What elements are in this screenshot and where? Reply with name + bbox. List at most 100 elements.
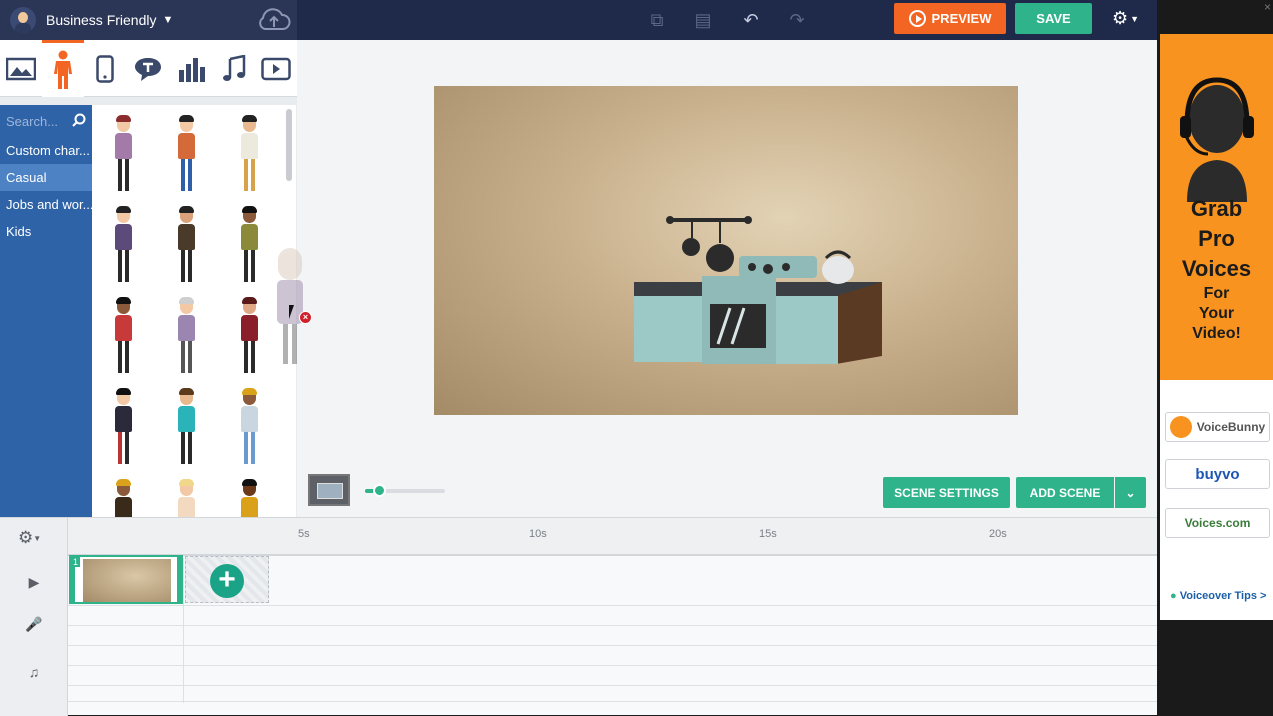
ad-headline-3: Voices bbox=[1181, 256, 1252, 281]
plus-icon: + bbox=[210, 564, 244, 598]
redo-icon[interactable]: ↷ bbox=[784, 8, 810, 32]
character-thumbnail[interactable] bbox=[234, 479, 264, 517]
character-thumbnail[interactable] bbox=[108, 206, 138, 284]
microphone-icon: 🎤 bbox=[25, 616, 43, 632]
voiceover-tips-label: Voiceover Tips > bbox=[1179, 590, 1267, 602]
app-window: Business Friendly ▼ ⧉ ▤ ↶ ↷ PREVIEW SAVE… bbox=[0, 0, 1157, 716]
tab-audio[interactable] bbox=[213, 40, 255, 97]
voicebunny-label: VoiceBunny bbox=[1196, 420, 1266, 434]
no-drop-icon: × bbox=[299, 311, 312, 324]
music-note-icon: ♫ bbox=[28, 664, 40, 680]
ad-subline-2: Your bbox=[1198, 305, 1235, 322]
add-scene-dropdown[interactable]: ⌄ bbox=[1115, 477, 1146, 508]
close-icon[interactable]: × bbox=[1264, 0, 1271, 14]
character-thumbnail[interactable] bbox=[108, 479, 138, 517]
chevron-down-icon: ▼ bbox=[162, 14, 174, 26]
voicebunny-logo[interactable]: VoiceBunny bbox=[1165, 412, 1270, 442]
category-jobs-and-work[interactable]: Jobs and wor... bbox=[0, 191, 92, 218]
timeline-gear-icon[interactable]: ⚙▼ bbox=[18, 528, 41, 548]
category-casual[interactable]: Casual bbox=[0, 164, 92, 191]
character-thumbnail[interactable] bbox=[234, 206, 264, 284]
ad-subline-3: Video! bbox=[1192, 325, 1241, 342]
image-icon bbox=[6, 57, 36, 80]
scroll-thumb[interactable] bbox=[286, 109, 292, 181]
scene-thumbnail-button[interactable] bbox=[308, 474, 350, 506]
video-icon bbox=[261, 57, 291, 80]
settings-gear-icon[interactable]: ⚙ ▼ bbox=[1112, 8, 1139, 29]
tick-10s: 10s bbox=[529, 528, 547, 540]
search-icon[interactable] bbox=[72, 113, 86, 127]
category-kids[interactable]: Kids bbox=[0, 218, 92, 245]
lightbulb-icon: ● bbox=[1170, 590, 1177, 602]
headset-person-icon bbox=[1180, 77, 1254, 202]
scene-number: 1 bbox=[71, 557, 81, 567]
add-scene-slot[interactable]: + bbox=[185, 556, 269, 603]
buyvo-logo[interactable]: buyvo bbox=[1165, 459, 1270, 489]
character-thumbnail[interactable] bbox=[108, 115, 138, 193]
music-track-2 bbox=[68, 666, 1157, 686]
tab-characters[interactable] bbox=[42, 40, 84, 97]
add-scene-button[interactable]: ADD SCENE bbox=[1016, 477, 1114, 508]
music-track bbox=[68, 646, 1157, 666]
ad-headline-2: Pro bbox=[1198, 226, 1235, 251]
tick-5s: 5s bbox=[298, 528, 310, 540]
search-box[interactable]: Search... bbox=[0, 105, 92, 137]
voice-track-2 bbox=[68, 626, 1157, 646]
scene-clip[interactable]: 1 bbox=[69, 555, 183, 604]
tick-20s: 20s bbox=[989, 528, 1007, 540]
category-custom-characters[interactable]: Custom char... bbox=[0, 137, 92, 164]
character-thumbnail[interactable] bbox=[171, 115, 201, 193]
voice-track bbox=[68, 606, 1157, 626]
ad-panel: Grab Pro Voices For Your Video! VoiceBun… bbox=[1160, 34, 1273, 620]
kitchen-stove-illustration[interactable] bbox=[434, 86, 1018, 415]
character-thumbnail[interactable] bbox=[108, 297, 138, 375]
top-bar: Business Friendly ▼ ⧉ ▤ ↶ ↷ PREVIEW SAVE… bbox=[0, 0, 1157, 40]
tab-video[interactable] bbox=[255, 40, 297, 97]
tab-props[interactable] bbox=[84, 40, 126, 97]
voices-com-logo[interactable]: Voices.com bbox=[1165, 508, 1270, 538]
music-note-icon bbox=[223, 54, 246, 81]
play-icon bbox=[908, 10, 926, 27]
timeline: 5s 10s 15s 20s ⚙▼ ▶ 🎤 ♫ bbox=[0, 517, 1157, 716]
timeline-ruler[interactable]: 5s 10s 15s 20s bbox=[68, 518, 1157, 556]
character-thumbnail[interactable] bbox=[171, 479, 201, 517]
character-thumbnail[interactable] bbox=[171, 206, 201, 284]
clip-handle-right[interactable] bbox=[177, 557, 181, 602]
save-button[interactable]: SAVE bbox=[1015, 3, 1092, 34]
character-grid bbox=[92, 105, 282, 517]
preview-button[interactable]: PREVIEW bbox=[894, 3, 1006, 34]
ad-text: Grab Pro Voices For Your Video! bbox=[1160, 194, 1273, 344]
paste-icon[interactable]: ▤ bbox=[690, 8, 716, 32]
tick-15s: 15s bbox=[759, 528, 777, 540]
ad-banner[interactable]: Grab Pro Voices For Your Video! bbox=[1160, 34, 1273, 380]
asset-tabs bbox=[0, 40, 297, 97]
camera-icon: ▶ bbox=[28, 574, 40, 590]
cloud-upload-icon[interactable] bbox=[256, 6, 292, 34]
scene-clip-thumbnail bbox=[83, 559, 171, 602]
category-sidebar: Search... Custom char... Casual Jobs and… bbox=[0, 105, 92, 517]
search-input[interactable]: Search... bbox=[6, 114, 58, 129]
voiceover-tips-link[interactable]: ● Voiceover Tips > bbox=[1170, 590, 1266, 602]
mouse-cursor bbox=[289, 305, 294, 319]
bunny-icon bbox=[1169, 416, 1192, 438]
tab-text[interactable] bbox=[127, 40, 169, 97]
character-thumbnail[interactable] bbox=[108, 388, 138, 466]
device-icon bbox=[96, 54, 114, 83]
scene-settings-button[interactable]: SCENE SETTINGS bbox=[883, 477, 1010, 508]
copy-icon[interactable]: ⧉ bbox=[644, 8, 670, 32]
scene-canvas[interactable] bbox=[434, 86, 1018, 415]
character-thumbnail[interactable] bbox=[171, 297, 201, 375]
music-track-3 bbox=[68, 686, 1157, 702]
character-thumbnail[interactable] bbox=[234, 297, 264, 375]
character-icon bbox=[54, 50, 72, 89]
character-thumbnail[interactable] bbox=[234, 388, 264, 466]
character-thumbnail[interactable] bbox=[171, 388, 201, 466]
workspace-switcher[interactable]: Business Friendly ▼ bbox=[0, 0, 297, 40]
ad-headline-1: Grab bbox=[1190, 196, 1243, 221]
character-thumbnail[interactable] bbox=[234, 115, 264, 193]
tab-images[interactable] bbox=[0, 40, 42, 97]
undo-icon[interactable]: ↶ bbox=[738, 8, 764, 32]
scene-boundary-line bbox=[183, 558, 184, 703]
tab-charts[interactable] bbox=[170, 40, 212, 97]
zoom-slider-handle[interactable] bbox=[373, 484, 386, 497]
